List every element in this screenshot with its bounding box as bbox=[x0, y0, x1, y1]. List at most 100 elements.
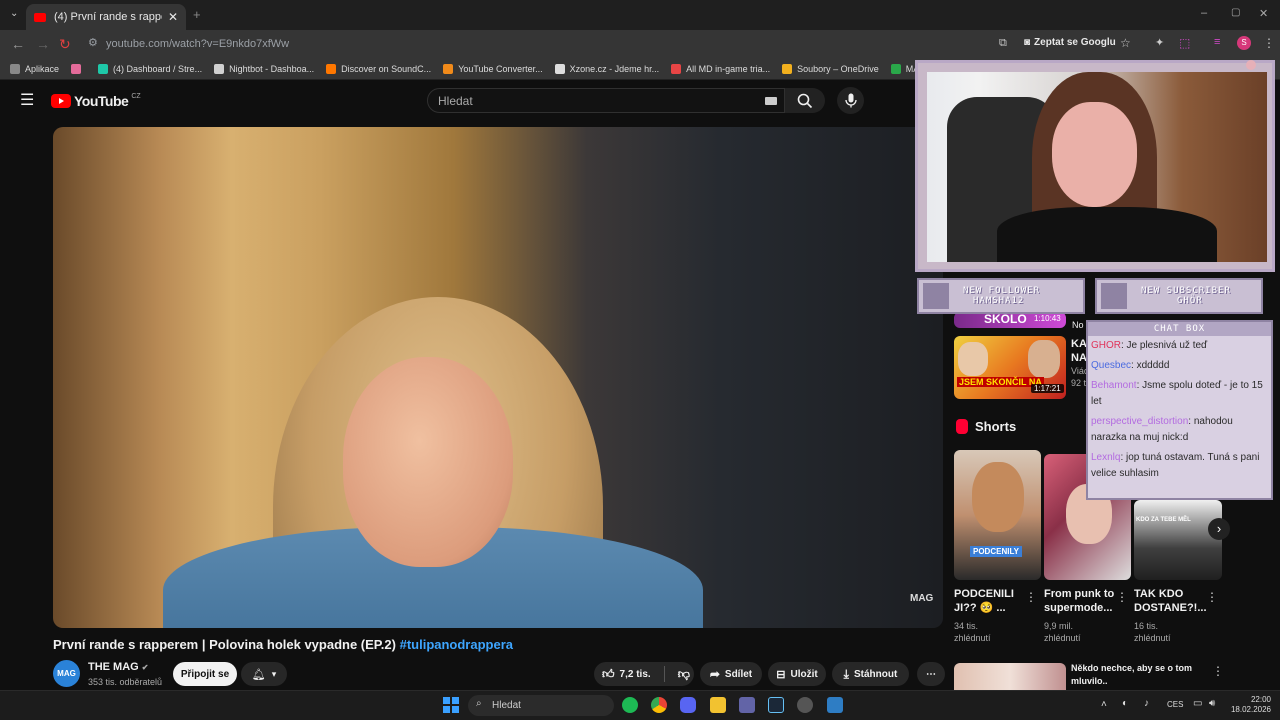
keyboard-icon[interactable] bbox=[765, 97, 777, 105]
voice-search-button[interactable] bbox=[837, 87, 864, 114]
prev-video-thumbnail[interactable]: SKOLO 1:10:43 bbox=[954, 312, 1066, 328]
tab-youtube[interactable]: (4) První rande s rapperem | Po ✕ bbox=[26, 4, 186, 30]
reload-icon[interactable]: ↻ bbox=[59, 36, 71, 53]
share-label: Sdílet bbox=[724, 668, 753, 680]
short-thumbnail-1[interactable]: PODCENILY bbox=[954, 450, 1041, 580]
minimize-icon[interactable]: – bbox=[1201, 7, 1207, 19]
next-video-menu-icon[interactable]: ⋮ bbox=[1212, 664, 1224, 678]
bookmark-item[interactable]: Soubory – OneDrive bbox=[782, 63, 879, 74]
next-video-thumbnail[interactable] bbox=[954, 663, 1066, 690]
short-1-views-suffix: zhlédnutí bbox=[954, 633, 991, 643]
tray-mic-icon[interactable]: ♪ bbox=[1144, 698, 1149, 709]
download-button[interactable]: ⤓ Stáhnout bbox=[832, 662, 909, 686]
bookmark-item[interactable]: Nightbot - Dashboa... bbox=[214, 63, 314, 74]
reading-list-icon[interactable]: ≡ bbox=[1214, 36, 1220, 48]
next-video-title[interactable]: Někdo nechce, aby se o tom mluvilo.. bbox=[1071, 662, 1201, 688]
ask-google-button[interactable]: ◙ Zeptat se Googlu bbox=[1024, 37, 1116, 48]
sidebar-video-thumbnail[interactable]: JSEM SKONČIL NA 1:17:21 bbox=[954, 336, 1066, 399]
chrome-icon[interactable] bbox=[651, 697, 667, 713]
windows-taskbar bbox=[0, 690, 1280, 720]
prev-video-title-fragment[interactable]: No bbox=[1072, 318, 1084, 332]
tray-app-icon[interactable]: ◐ bbox=[1122, 698, 1128, 709]
channel-watermark[interactable]: MAG bbox=[910, 593, 933, 604]
more-actions-button[interactable]: ⋯ bbox=[917, 662, 945, 686]
input-language[interactable]: CES bbox=[1167, 700, 1183, 709]
site-info-icon[interactable]: ⚙ bbox=[88, 36, 98, 49]
channel-avatar[interactable]: MAG bbox=[53, 660, 80, 687]
volume-icon[interactable]: 🔊︎ bbox=[1209, 698, 1215, 709]
hamburger-menu-icon[interactable]: ☰ bbox=[20, 90, 34, 110]
bookmark-item[interactable]: All MD in-game tria... bbox=[671, 63, 770, 74]
app-icon[interactable] bbox=[827, 697, 843, 713]
system-clock[interactable]: 22:00 18.02.2026 bbox=[1229, 695, 1271, 715]
short-1-menu-icon[interactable]: ⋮ bbox=[1025, 590, 1037, 604]
like-button[interactable]: 👍︎ 7,2 tis. bbox=[602, 667, 651, 682]
short-2-menu-icon[interactable]: ⋮ bbox=[1116, 590, 1128, 604]
chat-text: : xddddd bbox=[1131, 360, 1170, 371]
tray-chevron-up-icon[interactable]: ˄ bbox=[1101, 699, 1107, 710]
video-hashtag-link[interactable]: #tulipanodrappera bbox=[400, 637, 513, 652]
clock-time: 22:00 bbox=[1250, 695, 1271, 704]
obs-icon[interactable] bbox=[797, 697, 813, 713]
address-bar[interactable]: ⚙ youtube.com/watch?v=E9nkdo7xfWw bbox=[84, 34, 994, 54]
profile-avatar[interactable]: S bbox=[1237, 36, 1251, 50]
bookmark-item[interactable]: Aplikace bbox=[10, 63, 59, 74]
url-text: youtube.com/watch?v=E9nkdo7xfWw bbox=[106, 38, 290, 50]
webcam-streamer-face bbox=[1052, 102, 1137, 207]
forward-icon[interactable]: → bbox=[36, 36, 50, 52]
taskbar-search[interactable]: ⌕ Hledat bbox=[468, 695, 614, 716]
short-thumbnail-3[interactable]: KDO ZA TEBE MĚL bbox=[1134, 500, 1222, 580]
bookmark-star-icon[interactable]: ☆ bbox=[1120, 36, 1131, 50]
network-icon[interactable]: ▭ bbox=[1193, 698, 1202, 709]
bookmark-item[interactable]: Xzone.cz - Jdeme hr... bbox=[554, 63, 659, 74]
share-button[interactable]: ➦ Sdílet bbox=[700, 662, 762, 686]
shorts-logo-icon bbox=[956, 419, 968, 434]
back-icon[interactable]: ← bbox=[11, 36, 25, 52]
close-window-icon[interactable]: ✕ bbox=[1259, 7, 1268, 20]
bookmark-item[interactable] bbox=[71, 63, 86, 74]
discord-icon[interactable] bbox=[680, 697, 696, 713]
short-1-title[interactable]: PODCENILI JI?? 🥺 ... bbox=[954, 587, 1024, 615]
save-button[interactable]: ⊟ Uložit bbox=[768, 662, 826, 686]
bookmark-label: Discover on SoundC... bbox=[341, 63, 432, 74]
extensions-puzzle-icon[interactable]: ⬚ bbox=[1179, 36, 1190, 50]
channel-name-text: THE MAG bbox=[88, 661, 139, 673]
extension-icon[interactable]: ✦ bbox=[1155, 36, 1164, 49]
bookmark-item[interactable]: Discover on SoundC... bbox=[326, 63, 432, 74]
file-explorer-icon[interactable] bbox=[710, 697, 726, 713]
search-input[interactable]: Hledat bbox=[427, 88, 785, 113]
browser-menu-icon[interactable]: ⋮ bbox=[1263, 36, 1275, 50]
bookmark-label: (4) Dashboard / Stre... bbox=[113, 63, 203, 74]
bookmark-favicon-icon bbox=[782, 63, 793, 74]
short-2-title[interactable]: From punk to supermode... bbox=[1044, 587, 1116, 615]
sidebar-video-title[interactable]: KA NA bbox=[1071, 337, 1087, 365]
new-follower-label: NEW FOLLOWER bbox=[963, 286, 1041, 296]
search-button[interactable] bbox=[785, 88, 825, 113]
maximize-icon[interactable]: ▢ bbox=[1231, 7, 1240, 18]
tab-title: (4) První rande s rapperem | Po bbox=[54, 11, 162, 23]
channel-name[interactable]: THE MAG ✔ bbox=[88, 661, 149, 673]
new-tab-icon[interactable]: + bbox=[193, 7, 201, 22]
bookmark-item[interactable]: YouTube Converter... bbox=[443, 63, 543, 74]
youtube-logo[interactable]: YouTube CZ bbox=[51, 93, 141, 109]
dislike-button[interactable]: 👎︎ bbox=[678, 667, 690, 682]
spotify-icon[interactable] bbox=[622, 697, 638, 713]
teams-icon[interactable] bbox=[739, 697, 755, 713]
bookmark-label: Soubory – OneDrive bbox=[797, 63, 879, 74]
shorts-next-arrow-icon[interactable]: › bbox=[1208, 518, 1230, 540]
steam-icon[interactable] bbox=[768, 697, 784, 713]
chat-message: Behamont: Jsme spolu doteď - je to 15 le… bbox=[1088, 376, 1271, 412]
close-tab-icon[interactable]: ✕ bbox=[168, 10, 178, 24]
short-3-menu-icon[interactable]: ⋮ bbox=[1206, 590, 1218, 604]
video-player[interactable]: MAG bbox=[53, 127, 943, 628]
notification-bell-button[interactable]: 🔔︎ ▾ bbox=[241, 662, 287, 686]
windows-start-icon[interactable] bbox=[443, 697, 459, 713]
bookmark-item[interactable]: (4) Dashboard / Stre... bbox=[98, 63, 203, 74]
region-code: CZ bbox=[131, 92, 141, 100]
tab-search-chevron-icon[interactable]: ⌄ bbox=[10, 8, 18, 19]
install-app-icon[interactable]: ⧉ bbox=[999, 37, 1007, 50]
thumbs-down-icon: 👎︎ bbox=[677, 666, 690, 681]
short-3-title[interactable]: TAK KDO DOSTANE?!... bbox=[1134, 587, 1207, 615]
join-button[interactable]: Připojit se bbox=[173, 662, 237, 686]
bookmark-favicon-icon bbox=[98, 63, 109, 74]
